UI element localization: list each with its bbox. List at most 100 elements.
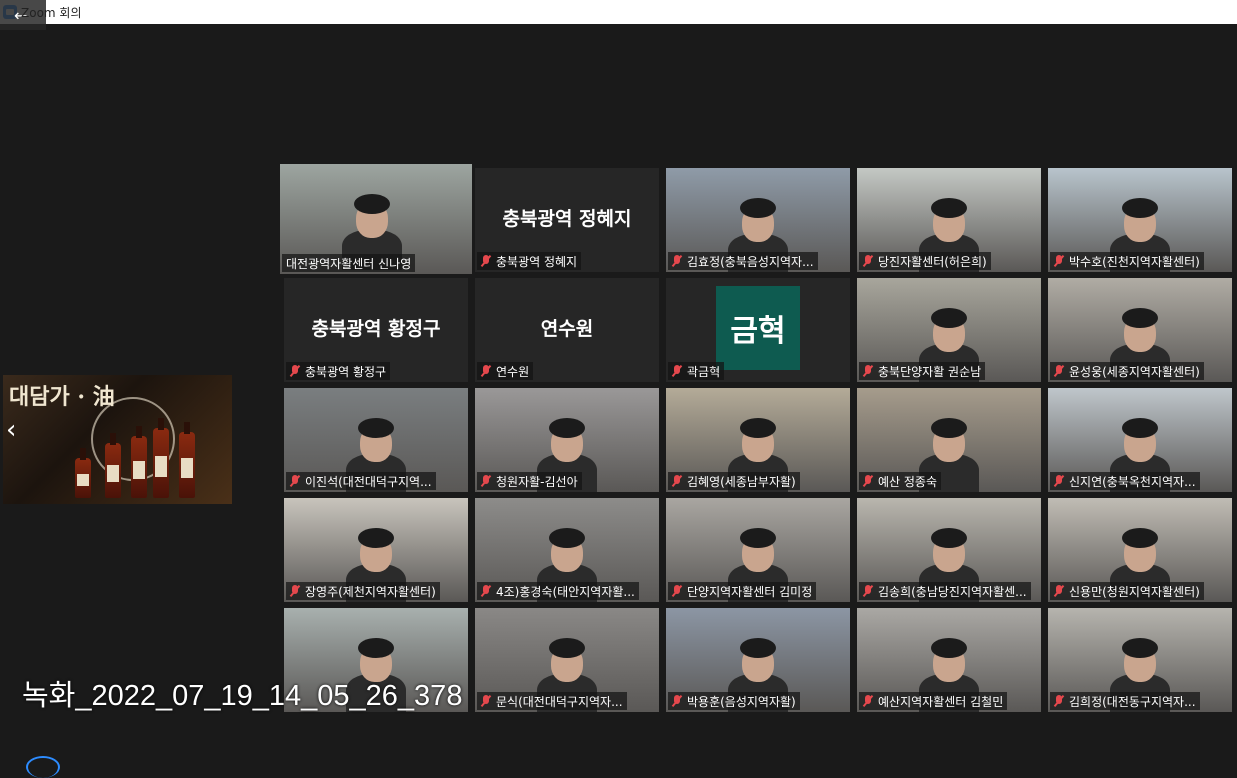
- participant-name-text: 장영주(제천지역자활센터): [305, 584, 436, 599]
- bottle-image: [131, 426, 147, 498]
- participant-tile[interactable]: 문식(대전대덕구지역자...: [475, 608, 659, 712]
- mic-muted-icon: [671, 475, 683, 487]
- participant-name-label: 이진석(대전대덕구지역...: [286, 472, 436, 490]
- participant-name-label: 대전광역자활센터 신나영: [282, 254, 416, 272]
- person-hair: [740, 638, 776, 658]
- participant-name-label: 충북광역 정혜지: [477, 252, 582, 270]
- participant-name-text: 신용만(청원지역자활센터): [1069, 584, 1200, 599]
- participant-tile[interactable]: 장영주(제천지역자활센터): [284, 498, 468, 602]
- participant-name-label: 신지연(충북옥천지역자...: [1050, 472, 1200, 490]
- participant-name-text: 충북단양자활 권순남: [878, 364, 982, 379]
- participant-name-label: 문식(대전대덕구지역자...: [477, 692, 627, 710]
- mic-muted-icon: [480, 475, 492, 487]
- participant-name-text: 단양지역자활센터 김미정: [687, 584, 813, 599]
- participant-name-display: 충북광역 황정구: [311, 318, 441, 340]
- participant-tile[interactable]: 박용훈(음성지역자활): [666, 608, 850, 712]
- mic-muted-icon: [289, 475, 301, 487]
- chevron-left-icon[interactable]: ‹: [6, 415, 16, 445]
- participant-name-text: 충북광역 정혜지: [496, 254, 578, 269]
- participant-name-display: 연수원: [540, 318, 594, 340]
- participant-name-label: 박용훈(음성지역자활): [668, 692, 800, 710]
- participant-tile[interactable]: 연수원 연수원: [475, 278, 659, 382]
- participant-name-text: 김송희(충남당진지역자활센...: [878, 584, 1027, 599]
- participant-tile[interactable]: 충북광역 정혜지 충북광역 정혜지: [475, 168, 659, 272]
- participant-tile[interactable]: 김송희(충남당진지역자활센...: [857, 498, 1041, 602]
- mic-muted-icon: [480, 695, 492, 707]
- person-hair: [549, 528, 585, 548]
- participant-name-text: 곽금혁: [687, 364, 721, 379]
- participant-name-label: 곽금혁: [668, 362, 725, 380]
- participant-tile[interactable]: 충북단양자활 권순남: [857, 278, 1041, 382]
- participant-name-text: 4조)홍경숙(태안지역자활...: [496, 584, 635, 599]
- participant-name-label: 김송희(충남당진지역자활센...: [859, 582, 1031, 600]
- participant-name-label: 예산지역자활센터 김철민: [859, 692, 1008, 710]
- participant-tile[interactable]: 금혁 곽금혁: [666, 278, 850, 382]
- participant-name-label: 김희정(대전동구지역자...: [1050, 692, 1200, 710]
- participant-name-label: 김혜영(세종남부자활): [668, 472, 800, 490]
- participant-tile[interactable]: 당진자활센터(허은희): [857, 168, 1041, 272]
- mic-muted-icon: [1053, 475, 1065, 487]
- person-hair: [1122, 418, 1158, 438]
- participant-name-text: 충북광역 황정구: [305, 364, 387, 379]
- person-hair: [358, 638, 394, 658]
- participant-name-label: 예산 정종숙: [859, 472, 942, 490]
- participant-tile[interactable]: 박수호(진천지역자활센터): [1048, 168, 1232, 272]
- participant-tile[interactable]: 김효정(충북음성지역자...: [666, 168, 850, 272]
- window-titlebar: Zoom 회의: [0, 0, 1237, 24]
- person-hair: [931, 198, 967, 218]
- participant-tile[interactable]: 청원자활-김선아: [475, 388, 659, 492]
- participant-tile[interactable]: 김혜영(세종남부자활): [666, 388, 850, 492]
- meeting-control-icon[interactable]: [26, 756, 60, 778]
- mic-muted-icon: [862, 475, 874, 487]
- participant-name-text: 박용훈(음성지역자활): [687, 694, 796, 709]
- participant-name-label: 단양지역자활센터 김미정: [668, 582, 817, 600]
- shared-screen-thumbnail[interactable]: 대담가 · 油: [3, 375, 232, 504]
- participant-name-label: 장영주(제천지역자활센터): [286, 582, 440, 600]
- participant-name-label: 청원자활-김선아: [477, 472, 582, 490]
- participant-tile[interactable]: 대전광역자활센터 신나영: [280, 164, 472, 274]
- mic-muted-icon: [289, 365, 301, 377]
- mic-muted-icon: [671, 695, 683, 707]
- window-title: Zoom 회의: [21, 5, 82, 20]
- bottle-image: [75, 448, 91, 498]
- mic-muted-icon: [289, 585, 301, 597]
- bottle-image: [153, 418, 169, 498]
- participant-name-display: 충북광역 정혜지: [502, 208, 632, 230]
- participant-name-text: 문식(대전대덕구지역자...: [496, 694, 623, 709]
- participant-tile[interactable]: 신지연(충북옥천지역자...: [1048, 388, 1232, 492]
- mic-muted-icon: [480, 365, 492, 377]
- person-hair: [1122, 198, 1158, 218]
- mic-muted-icon: [862, 255, 874, 267]
- participant-tile[interactable]: 4조)홍경숙(태안지역자활...: [475, 498, 659, 602]
- participant-tile[interactable]: 예산 정종숙: [857, 388, 1041, 492]
- person-hair: [549, 638, 585, 658]
- mic-muted-icon: [1053, 695, 1065, 707]
- mic-muted-icon: [480, 255, 492, 267]
- participant-name-text: 연수원: [496, 364, 530, 379]
- participant-name-label: 충북단양자활 권순남: [859, 362, 986, 380]
- participant-tile[interactable]: 단양지역자활센터 김미정: [666, 498, 850, 602]
- participant-name-label: 박수호(진천지역자활센터): [1050, 252, 1204, 270]
- person-hair: [358, 418, 394, 438]
- person-hair: [358, 528, 394, 548]
- participant-tile[interactable]: 예산지역자활센터 김철민: [857, 608, 1041, 712]
- mic-muted-icon: [1053, 585, 1065, 597]
- person-hair: [1122, 528, 1158, 548]
- participant-name-text: 윤성웅(세종지역자활센터): [1069, 364, 1200, 379]
- participant-tile[interactable]: 윤성웅(세종지역자활센터): [1048, 278, 1232, 382]
- mic-muted-icon: [862, 695, 874, 707]
- participant-name-label: 신용만(청원지역자활센터): [1050, 582, 1204, 600]
- bottom-toolbar: [0, 738, 1237, 766]
- participant-name-label: 4조)홍경숙(태안지역자활...: [477, 582, 639, 600]
- participant-tile[interactable]: 충북광역 황정구 충북광역 황정구: [284, 278, 468, 382]
- person-hair: [354, 194, 390, 214]
- person-hair: [740, 198, 776, 218]
- participant-name-text: 예산 정종숙: [878, 474, 938, 489]
- participant-tile[interactable]: 이진석(대전대덕구지역...: [284, 388, 468, 492]
- participant-name-label: 윤성웅(세종지역자활센터): [1050, 362, 1204, 380]
- person-hair: [931, 638, 967, 658]
- participant-tile[interactable]: 김희정(대전동구지역자...: [1048, 608, 1232, 712]
- person-hair: [1122, 638, 1158, 658]
- participant-tile[interactable]: 신용만(청원지역자활센터): [1048, 498, 1232, 602]
- mic-muted-icon: [671, 585, 683, 597]
